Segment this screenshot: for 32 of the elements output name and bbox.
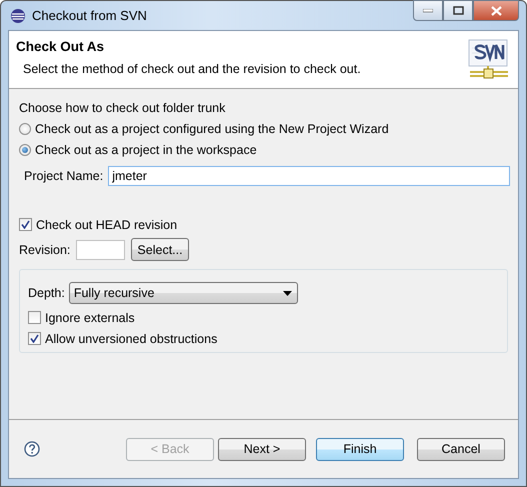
radio-button[interactable] [19, 122, 31, 134]
radio-button[interactable] [19, 144, 31, 156]
checkbox-label: Check out HEAD revision [36, 218, 178, 232]
dropdown-arrow-icon [282, 290, 292, 296]
help-icon[interactable] [24, 441, 40, 457]
app-icon [10, 8, 26, 24]
checkbox[interactable] [28, 311, 41, 324]
select-button[interactable]: Select... [131, 238, 189, 261]
close-button[interactable] [473, 0, 519, 21]
method-label: Choose how to check out folder trunk [19, 100, 226, 116]
project-name-label: Project Name: [24, 169, 104, 183]
project-name-field[interactable]: jmeter [108, 166, 510, 186]
maximize-icon [452, 6, 464, 15]
revision-label: Revision: [19, 242, 70, 256]
page-title: Check Out As [16, 39, 106, 54]
close-icon [490, 6, 502, 16]
radio-label: Check out as a project in the workspace [35, 142, 257, 156]
checkbox[interactable] [28, 332, 41, 345]
checkbox[interactable] [19, 218, 32, 231]
depth-label: Depth: [28, 286, 65, 300]
radio-label: Check out as a project configured using the New Project Wizard [35, 122, 389, 136]
checkbox-label: Allow unversioned obstructions [45, 332, 218, 346]
depth-dropdown[interactable]: Fully recursive [68, 282, 298, 304]
minimize-icon [423, 8, 433, 12]
window-title: Checkout from SVN [32, 8, 148, 23]
maximize-button[interactable] [443, 0, 473, 21]
minimize-button[interactable] [413, 0, 443, 21]
wizard-button[interactable]: Finish [316, 438, 404, 460]
checkbox-label: Ignore externals [45, 310, 135, 324]
wizard-button[interactable]: Cancel [417, 438, 505, 460]
page-description: Select the method of check out and the revision to check out. [23, 62, 361, 76]
wizard-button[interactable]: Next > [218, 438, 306, 460]
